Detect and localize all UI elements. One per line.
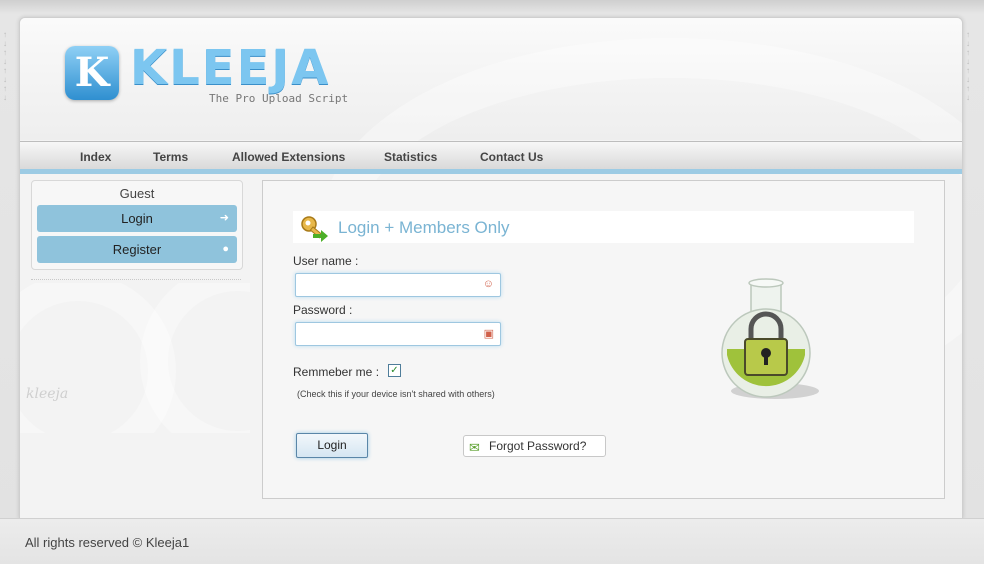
sidebar-divider xyxy=(31,279,241,280)
user-icon: ☺ xyxy=(482,278,494,290)
sidebar-login-button[interactable]: Login ➜ xyxy=(37,205,237,232)
login-panel: Login + Members Only User name : ☺ Passw… xyxy=(262,180,945,499)
login-submit-button[interactable]: Login xyxy=(296,433,368,458)
header: K KLEEJA The Pro Upload Script xyxy=(20,18,962,418)
username-label: User name : xyxy=(293,254,359,268)
forgot-password-label: Forgot Password? xyxy=(489,439,587,453)
locked-flask-icon xyxy=(721,278,819,399)
logo-icon[interactable]: K xyxy=(65,46,119,100)
sidebar-login-label: Login xyxy=(121,211,153,226)
username-field-wrapper: ☺ xyxy=(295,273,501,297)
login-title-bar: Login + Members Only xyxy=(293,211,914,243)
nav-item-contact-us[interactable]: Contact Us xyxy=(480,150,543,164)
nav-item-terms[interactable]: Terms xyxy=(153,150,188,164)
copyright-text: All rights reserved © Kleeja1 xyxy=(25,535,190,550)
envelope-check-icon: ✉ xyxy=(469,440,480,455)
nav-item-allowed-extensions[interactable]: Allowed Extensions xyxy=(232,150,345,164)
sidebar-decoration xyxy=(20,283,250,433)
user-panel: Guest Login ➜ Register ● xyxy=(31,180,243,270)
sidebar-register-label: Register xyxy=(112,242,162,257)
forgot-password-button[interactable]: ✉ Forgot Password? xyxy=(463,435,606,457)
sidebar-register-button[interactable]: Register ● xyxy=(37,236,237,263)
password-label: Password : xyxy=(293,303,353,317)
user-status: Guest xyxy=(119,186,155,201)
left-decoration: ↑ ↓ ↑ ↓ ↑ ↓ ↑ ↓ xyxy=(3,30,7,102)
remember-hint: (Check this if your device isn't shared … xyxy=(297,389,495,399)
page-container: K KLEEJA The Pro Upload Script Index Ter… xyxy=(19,17,963,519)
key-icon xyxy=(301,216,328,242)
logo-text[interactable]: KLEEJA xyxy=(130,40,330,96)
logo-tagline: The Pro Upload Script xyxy=(209,92,349,105)
login-title: Login + Members Only xyxy=(338,218,510,237)
nav-item-index[interactable]: Index xyxy=(80,150,111,164)
lock-icon: ▣ xyxy=(483,328,494,340)
sign-in-icon: ➜ xyxy=(219,212,229,224)
user-add-icon: ● xyxy=(222,243,229,255)
main-nav: Index Terms Allowed Extensions Statistic… xyxy=(20,141,962,170)
right-decoration: ↑ ↓ ↑ ↓ ↑ ↓ ↑ ↓ xyxy=(966,30,970,102)
nav-item-statistics[interactable]: Statistics xyxy=(384,150,437,164)
remember-label: Remmeber me : xyxy=(293,365,380,379)
password-input[interactable] xyxy=(300,324,482,346)
nav-underline xyxy=(20,169,962,174)
remember-checkbox[interactable]: ✓ xyxy=(388,364,401,377)
password-field-wrapper: ▣ xyxy=(295,322,501,346)
kleeja-watermark: kleeja xyxy=(26,386,69,402)
username-input[interactable] xyxy=(300,275,482,297)
footer: All rights reserved © Kleeja1 xyxy=(0,518,984,564)
